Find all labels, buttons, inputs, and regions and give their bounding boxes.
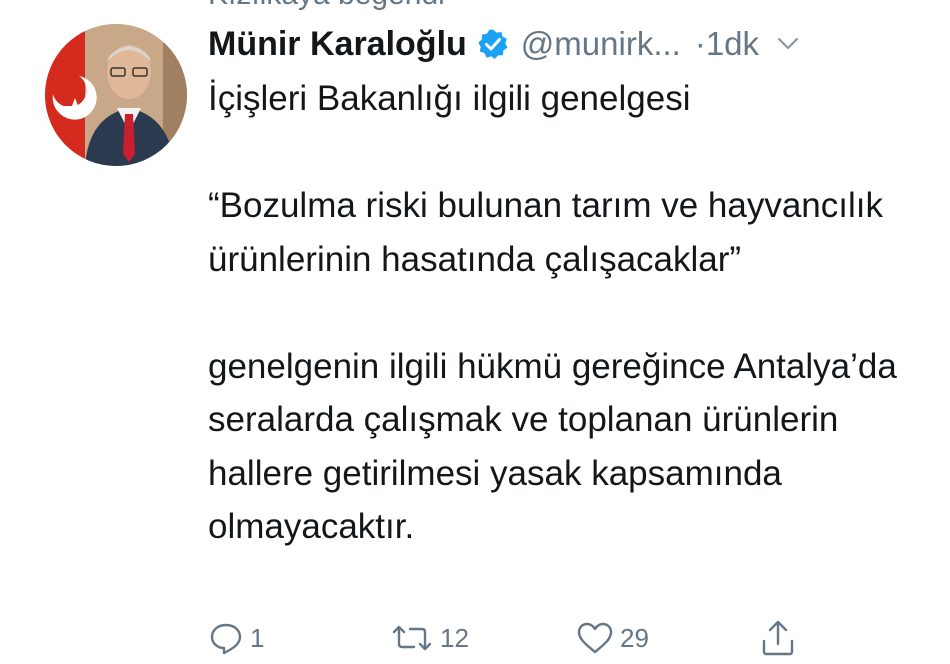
avatar[interactable] — [45, 24, 187, 166]
avatar-image — [45, 24, 187, 166]
reply-icon — [208, 620, 244, 656]
social-context: Kızılkaya beğendi — [208, 0, 445, 12]
verified-badge-icon — [477, 28, 509, 60]
tweet-paragraph: genelgenin ilgili hükmü gereğince Antaly… — [208, 346, 897, 547]
tweet-header: Münir Karaloğlu @munirk... ·1dk — [208, 22, 799, 66]
reply-count: 1 — [250, 622, 265, 653]
retweet-count: 12 — [440, 622, 469, 653]
share-button[interactable] — [760, 618, 796, 658]
reply-button[interactable]: 1 — [208, 618, 264, 658]
share-icon — [760, 619, 796, 657]
author-name[interactable]: Münir Karaloğlu — [208, 25, 467, 64]
tweet-time[interactable]: ·1dk — [695, 25, 759, 63]
heart-icon — [576, 620, 614, 656]
tweet-actions: 1 12 29 — [208, 618, 808, 662]
like-button[interactable]: 29 — [576, 618, 649, 658]
retweet-button[interactable]: 12 — [390, 618, 469, 658]
chevron-down-icon[interactable] — [777, 37, 799, 51]
tweet-text: İçişleri Bakanlığı ilgili genelgesi “Boz… — [208, 72, 928, 554]
like-count: 29 — [620, 622, 649, 653]
tweet-paragraph: İçişleri Bakanlığı ilgili genelgesi — [208, 79, 691, 118]
author-handle[interactable]: @munirk... — [521, 25, 681, 63]
retweet-icon — [390, 620, 434, 656]
tweet-paragraph: “Bozulma riski bulunan tarım ve hayvancı… — [208, 186, 883, 279]
